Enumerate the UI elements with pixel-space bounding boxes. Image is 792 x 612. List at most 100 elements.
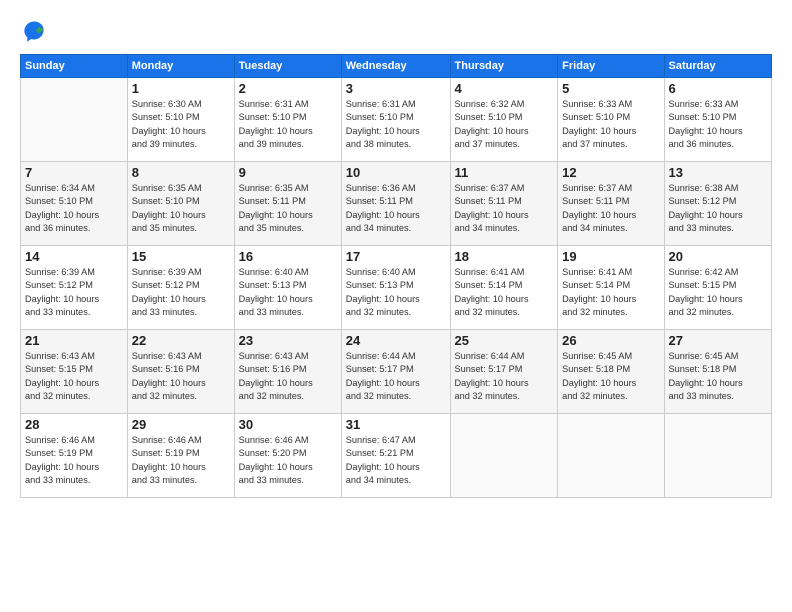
day-number: 17 bbox=[346, 249, 446, 264]
calendar-cell: 12 Sunrise: 6:37 AMSunset: 5:11 PMDayligh… bbox=[558, 162, 664, 246]
calendar-cell bbox=[558, 414, 664, 498]
day-info: Sunrise: 6:34 AMSunset: 5:10 PMDaylight:… bbox=[25, 182, 123, 235]
day-info: Sunrise: 6:30 AMSunset: 5:10 PMDaylight:… bbox=[132, 98, 230, 151]
day-number: 18 bbox=[455, 249, 554, 264]
weekday-header-thursday: Thursday bbox=[450, 55, 558, 78]
calendar-cell: 9Sunrise: 6:35 AMSunset: 5:11 PMDaylight… bbox=[234, 162, 341, 246]
calendar-cell: 27 Sunrise: 6:45 AMSunset: 5:18 PMDayligh… bbox=[664, 330, 772, 414]
logo bbox=[20, 18, 52, 46]
day-number: 30 bbox=[239, 417, 337, 432]
calendar-cell: 2Sunrise: 6:31 AMSunset: 5:10 PMDaylight… bbox=[234, 78, 341, 162]
calendar-cell: 24Sunrise: 6:44 AMSunset: 5:17 PMDayligh… bbox=[341, 330, 450, 414]
day-number: 25 bbox=[455, 333, 554, 348]
weekday-header-saturday: Saturday bbox=[664, 55, 772, 78]
day-info: Sunrise: 6:44 AMSunset: 5:17 PMDaylight:… bbox=[346, 350, 446, 403]
day-info: Sunrise: 6:38 AMSunset: 5:12 PMDaylight:… bbox=[669, 182, 768, 235]
calendar-cell: 13Sunrise: 6:38 AMSunset: 5:12 PMDayligh… bbox=[664, 162, 772, 246]
calendar-cell: 4 Sunrise: 6:32 AMSunset: 5:10 PMDaylight… bbox=[450, 78, 558, 162]
calendar-week-row: 1 Sunrise: 6:30 AMSunset: 5:10 PMDaylight… bbox=[21, 78, 772, 162]
weekday-header-row: SundayMondayTuesdayWednesdayThursdayFrid… bbox=[21, 55, 772, 78]
day-info: Sunrise: 6:33 AMSunset: 5:10 PMDaylight:… bbox=[669, 98, 768, 151]
calendar-week-row: 28 Sunrise: 6:46 AMSunset: 5:19 PMDayligh… bbox=[21, 414, 772, 498]
calendar-cell: 10 Sunrise: 6:36 AMSunset: 5:11 PMDayligh… bbox=[341, 162, 450, 246]
day-info: Sunrise: 6:37 AMSunset: 5:11 PMDaylight:… bbox=[562, 182, 659, 235]
day-info: Sunrise: 6:39 AMSunset: 5:12 PMDaylight:… bbox=[25, 266, 123, 319]
day-number: 21 bbox=[25, 333, 123, 348]
day-number: 26 bbox=[562, 333, 659, 348]
calendar-cell: 31Sunrise: 6:47 AMSunset: 5:21 PMDayligh… bbox=[341, 414, 450, 498]
day-number: 8 bbox=[132, 165, 230, 180]
day-info: Sunrise: 6:32 AMSunset: 5:10 PMDaylight:… bbox=[455, 98, 554, 151]
day-number: 28 bbox=[25, 417, 123, 432]
calendar-cell: 7 Sunrise: 6:34 AMSunset: 5:10 PMDaylight… bbox=[21, 162, 128, 246]
calendar-cell: 22Sunrise: 6:43 AMSunset: 5:16 PMDayligh… bbox=[127, 330, 234, 414]
day-info: Sunrise: 6:46 AMSunset: 5:19 PMDaylight:… bbox=[25, 434, 123, 487]
day-number: 3 bbox=[346, 81, 446, 96]
day-info: Sunrise: 6:31 AMSunset: 5:10 PMDaylight:… bbox=[346, 98, 446, 151]
day-info: Sunrise: 6:37 AMSunset: 5:11 PMDaylight:… bbox=[455, 182, 554, 235]
calendar-cell: 26 Sunrise: 6:45 AMSunset: 5:18 PMDayligh… bbox=[558, 330, 664, 414]
day-info: Sunrise: 6:41 AMSunset: 5:14 PMDaylight:… bbox=[562, 266, 659, 319]
calendar-page: SundayMondayTuesdayWednesdayThursdayFrid… bbox=[0, 0, 792, 612]
calendar-cell: 21 Sunrise: 6:43 AMSunset: 5:15 PMDayligh… bbox=[21, 330, 128, 414]
day-info: Sunrise: 6:36 AMSunset: 5:11 PMDaylight:… bbox=[346, 182, 446, 235]
calendar-cell: 23 Sunrise: 6:43 AMSunset: 5:16 PMDayligh… bbox=[234, 330, 341, 414]
day-info: Sunrise: 6:44 AMSunset: 5:17 PMDaylight:… bbox=[455, 350, 554, 403]
day-number: 14 bbox=[25, 249, 123, 264]
calendar-cell bbox=[21, 78, 128, 162]
day-info: Sunrise: 6:42 AMSunset: 5:15 PMDaylight:… bbox=[669, 266, 768, 319]
calendar-table: SundayMondayTuesdayWednesdayThursdayFrid… bbox=[20, 54, 772, 498]
day-number: 15 bbox=[132, 249, 230, 264]
day-info: Sunrise: 6:43 AMSunset: 5:16 PMDaylight:… bbox=[239, 350, 337, 403]
day-info: Sunrise: 6:35 AMSunset: 5:10 PMDaylight:… bbox=[132, 182, 230, 235]
day-number: 10 bbox=[346, 165, 446, 180]
header bbox=[20, 18, 772, 46]
calendar-cell: 29Sunrise: 6:46 AMSunset: 5:19 PMDayligh… bbox=[127, 414, 234, 498]
day-info: Sunrise: 6:39 AMSunset: 5:12 PMDaylight:… bbox=[132, 266, 230, 319]
day-number: 31 bbox=[346, 417, 446, 432]
calendar-cell: 5 Sunrise: 6:33 AMSunset: 5:10 PMDaylight… bbox=[558, 78, 664, 162]
logo-icon bbox=[20, 18, 48, 46]
day-number: 5 bbox=[562, 81, 659, 96]
day-info: Sunrise: 6:45 AMSunset: 5:18 PMDaylight:… bbox=[562, 350, 659, 403]
day-number: 16 bbox=[239, 249, 337, 264]
day-number: 22 bbox=[132, 333, 230, 348]
day-info: Sunrise: 6:43 AMSunset: 5:15 PMDaylight:… bbox=[25, 350, 123, 403]
day-number: 27 bbox=[669, 333, 768, 348]
calendar-cell: 17 Sunrise: 6:40 AMSunset: 5:13 PMDayligh… bbox=[341, 246, 450, 330]
calendar-cell: 30 Sunrise: 6:46 AMSunset: 5:20 PMDayligh… bbox=[234, 414, 341, 498]
day-number: 7 bbox=[25, 165, 123, 180]
day-number: 2 bbox=[239, 81, 337, 96]
calendar-week-row: 14 Sunrise: 6:39 AMSunset: 5:12 PMDayligh… bbox=[21, 246, 772, 330]
day-info: Sunrise: 6:45 AMSunset: 5:18 PMDaylight:… bbox=[669, 350, 768, 403]
calendar-cell: 19 Sunrise: 6:41 AMSunset: 5:14 PMDayligh… bbox=[558, 246, 664, 330]
day-number: 1 bbox=[132, 81, 230, 96]
day-info: Sunrise: 6:46 AMSunset: 5:20 PMDaylight:… bbox=[239, 434, 337, 487]
calendar-cell: 20 Sunrise: 6:42 AMSunset: 5:15 PMDayligh… bbox=[664, 246, 772, 330]
calendar-cell: 16 Sunrise: 6:40 AMSunset: 5:13 PMDayligh… bbox=[234, 246, 341, 330]
day-number: 29 bbox=[132, 417, 230, 432]
calendar-cell: 1 Sunrise: 6:30 AMSunset: 5:10 PMDaylight… bbox=[127, 78, 234, 162]
day-number: 4 bbox=[455, 81, 554, 96]
day-info: Sunrise: 6:40 AMSunset: 5:13 PMDaylight:… bbox=[239, 266, 337, 319]
calendar-week-row: 21 Sunrise: 6:43 AMSunset: 5:15 PMDayligh… bbox=[21, 330, 772, 414]
day-number: 23 bbox=[239, 333, 337, 348]
day-info: Sunrise: 6:33 AMSunset: 5:10 PMDaylight:… bbox=[562, 98, 659, 151]
day-info: Sunrise: 6:35 AMSunset: 5:11 PMDaylight:… bbox=[239, 182, 337, 235]
calendar-cell: 28 Sunrise: 6:46 AMSunset: 5:19 PMDayligh… bbox=[21, 414, 128, 498]
calendar-cell: 6Sunrise: 6:33 AMSunset: 5:10 PMDaylight… bbox=[664, 78, 772, 162]
day-number: 12 bbox=[562, 165, 659, 180]
weekday-header-monday: Monday bbox=[127, 55, 234, 78]
calendar-cell: 11 Sunrise: 6:37 AMSunset: 5:11 PMDayligh… bbox=[450, 162, 558, 246]
calendar-cell: 15 Sunrise: 6:39 AMSunset: 5:12 PMDayligh… bbox=[127, 246, 234, 330]
calendar-week-row: 7 Sunrise: 6:34 AMSunset: 5:10 PMDaylight… bbox=[21, 162, 772, 246]
weekday-header-sunday: Sunday bbox=[21, 55, 128, 78]
weekday-header-tuesday: Tuesday bbox=[234, 55, 341, 78]
day-number: 20 bbox=[669, 249, 768, 264]
day-number: 11 bbox=[455, 165, 554, 180]
calendar-cell: 3 Sunrise: 6:31 AMSunset: 5:10 PMDaylight… bbox=[341, 78, 450, 162]
day-number: 19 bbox=[562, 249, 659, 264]
calendar-cell bbox=[450, 414, 558, 498]
day-info: Sunrise: 6:40 AMSunset: 5:13 PMDaylight:… bbox=[346, 266, 446, 319]
weekday-header-wednesday: Wednesday bbox=[341, 55, 450, 78]
